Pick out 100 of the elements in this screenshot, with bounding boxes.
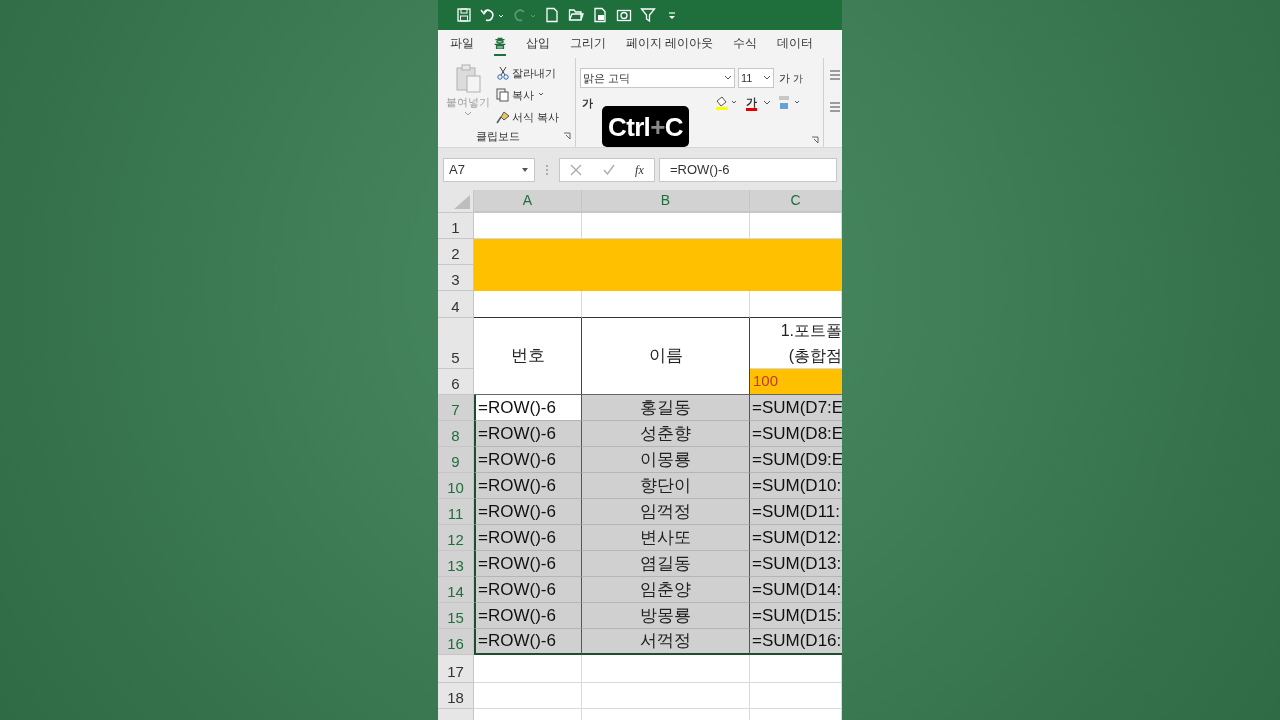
table-cell[interactable]: =ROW()-6 [474,577,582,603]
row-header[interactable]: 7 [438,395,474,421]
table-cell[interactable]: 이몽룡 [582,447,750,473]
select-all-triangle-icon[interactable] [454,195,470,209]
row-header[interactable]: 13 [438,551,474,577]
align-top-icon[interactable] [830,70,840,80]
caret-icon [763,75,771,81]
plus-sign: + [650,113,665,140]
insert-function-button[interactable]: fx [635,161,644,179]
empty-cell[interactable] [582,683,750,709]
row-header[interactable]: 5 [438,318,474,369]
bold-button[interactable]: 가 [580,95,594,112]
row-header[interactable]: 8 [438,421,474,447]
row-header[interactable]: 11 [438,499,474,525]
font-size: 11 [741,70,753,86]
caret-icon [724,75,732,81]
table-cell[interactable]: =SUM(D16: [750,629,842,655]
print-preview-icon[interactable] [592,7,608,23]
ribbon-tab[interactable]: 페이지 레이아웃 [626,32,714,56]
table-cell[interactable]: =SUM(D12: [750,525,842,551]
row-header[interactable]: 17 [438,655,474,683]
font-size-dropdown[interactable]: 11 [738,68,774,88]
scissors-icon [496,66,510,80]
camera-icon[interactable] [616,7,632,23]
save-icon[interactable] [456,7,472,23]
table-cell[interactable]: =ROW()-6 [474,629,582,655]
row-header[interactable]: 14 [438,577,474,603]
copy-button[interactable]: 복사 [496,86,560,104]
table-cell[interactable]: =SUM(D10: [750,473,842,499]
align-left-icon[interactable] [830,102,840,112]
table-cell[interactable]: =ROW()-6 [474,499,582,525]
table-cell[interactable]: =SUM(D11: [750,499,842,525]
table-cell[interactable]: 향단이 [582,473,750,499]
table-cell[interactable]: =ROW()-6 [474,525,582,551]
table-cell[interactable]: =SUM(D14: [750,577,842,603]
column-header[interactable]: C [750,190,842,213]
font-color-button[interactable]: 가 [746,95,757,111]
ribbon-tab[interactable]: 그리기 [570,32,606,56]
column-header[interactable]: B [582,190,750,213]
formula-field[interactable]: =ROW()-6 [659,158,837,182]
key-label: Ctrl [608,113,651,140]
copy-icon [496,88,510,102]
filter-icon[interactable] [640,7,656,23]
row-header[interactable]: 1 [438,213,474,239]
table-cell[interactable]: =ROW()-6 [474,447,582,473]
table-cell[interactable]: =SUM(D15: [750,603,842,629]
table-cell[interactable]: 임꺽정 [582,499,750,525]
ribbon-tab[interactable]: 홈 [494,32,506,56]
table-cell[interactable]: =ROW()-6 [474,421,582,447]
cancel-icon[interactable] [570,164,583,176]
grow-font-button[interactable]: 가 [777,69,790,87]
table-cell[interactable]: =ROW()-6 [474,473,582,499]
table-cell[interactable]: 변사또 [582,525,750,551]
dialog-launcher-icon[interactable] [563,131,571,140]
table-cell[interactable]: =SUM(D13: [750,551,842,577]
row-header[interactable]: 3 [438,265,474,291]
table-cell[interactable]: 성춘향 [582,421,750,447]
table-cell[interactable]: =ROW()-6 [474,603,582,629]
row-header[interactable]: 16 [438,629,474,655]
ribbon-tab[interactable]: 수식 [733,32,758,56]
ribbon-tab[interactable]: 파일 [450,32,474,56]
row-header[interactable]: 2 [438,239,474,265]
table-cell[interactable]: 방몽룡 [582,603,750,629]
font-name-dropdown[interactable]: 맑은 고딕 [580,68,735,88]
key-label: C [664,113,683,140]
shrink-font-button[interactable]: 가 [793,70,803,86]
table-cell[interactable]: 서꺽정 [582,629,750,655]
cut-button[interactable]: 잘라내기 [496,64,560,82]
open-folder-icon[interactable] [568,7,584,23]
row-header[interactable]: 9 [438,447,474,473]
table-cell-text: 1.포트폴 [780,321,842,341]
new-file-icon[interactable] [544,7,560,23]
empty-cell[interactable] [750,683,842,709]
format-painter-button[interactable]: 서식 복사 [496,108,560,126]
ribbon-tab[interactable]: 삽입 [526,32,550,56]
row-header[interactable]: 10 [438,473,474,499]
row-header[interactable]: 15 [438,603,474,629]
row-header[interactable]: 12 [438,525,474,551]
table-cell[interactable]: =SUM(D9:E [750,447,842,473]
caret-icon [763,100,771,107]
table-cell[interactable]: 홍길동 [582,395,750,421]
ribbon-tab[interactable]: 데이터 [777,32,814,56]
table-cell[interactable]: =ROW()-6 [474,551,582,577]
column-header[interactable]: A [474,190,582,213]
table-cell[interactable]: =SUM(D8:E [750,421,842,447]
name-box[interactable]: A7 [443,158,535,182]
table-cell[interactable]: =SUM(D7:E [750,395,842,421]
row-header[interactable]: 4 [438,291,474,318]
row-header[interactable]: 6 [438,369,474,395]
table-cell[interactable]: =ROW()-6 [474,395,582,421]
table-cell[interactable]: 염길동 [582,551,750,577]
group-label: 클립보드 [475,128,520,144]
font-name: 맑은 고딕 [583,70,631,86]
table-cell[interactable]: 임춘양 [582,577,750,603]
table-cell-text: (총합점 [788,346,842,366]
dialog-launcher-icon[interactable] [811,136,819,144]
check-icon[interactable] [602,164,615,176]
caret-icon [521,167,529,173]
row-header[interactable]: 18 [438,683,474,709]
undo-icon[interactable] [480,7,504,23]
